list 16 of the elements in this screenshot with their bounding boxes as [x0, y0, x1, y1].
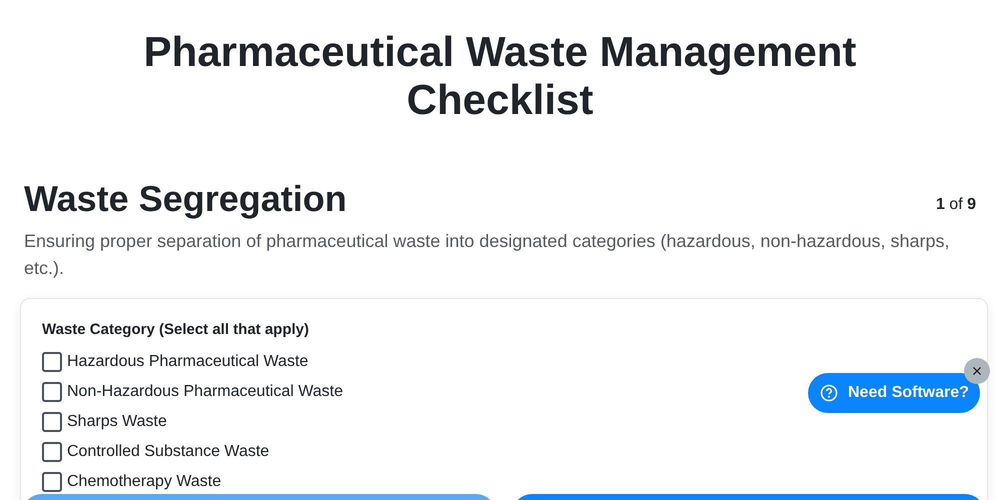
question-label: Waste Category (Select all that apply): [42, 320, 310, 340]
checkbox[interactable]: [42, 352, 62, 372]
help-icon: [820, 384, 838, 402]
step-counter: 1 of 9: [936, 194, 976, 215]
checkbox-option[interactable]: Hazardous Pharmaceutical Waste: [42, 347, 308, 378]
checkbox-option[interactable]: Controlled Substance Waste: [42, 437, 270, 468]
checkbox[interactable]: [42, 382, 62, 402]
section-description: Ensuring proper separation of pharmaceutical waste into designated categories (hazardous, non-hazardous, sharps, etc.).: [24, 230, 951, 280]
checkbox-option[interactable]: Chemotherapy Waste: [42, 467, 222, 498]
checkbox-option[interactable]: Non-Hazardous Pharmaceutical Waste: [42, 377, 343, 408]
page-title: Pharmaceutical Waste Management Checklist: [142, 28, 858, 125]
checkbox[interactable]: [42, 442, 62, 462]
section-heading: Waste Segregation: [24, 176, 347, 220]
checkbox-option[interactable]: Sharps Waste: [42, 407, 167, 438]
checkbox[interactable]: [42, 412, 62, 432]
checkbox[interactable]: [42, 472, 62, 492]
